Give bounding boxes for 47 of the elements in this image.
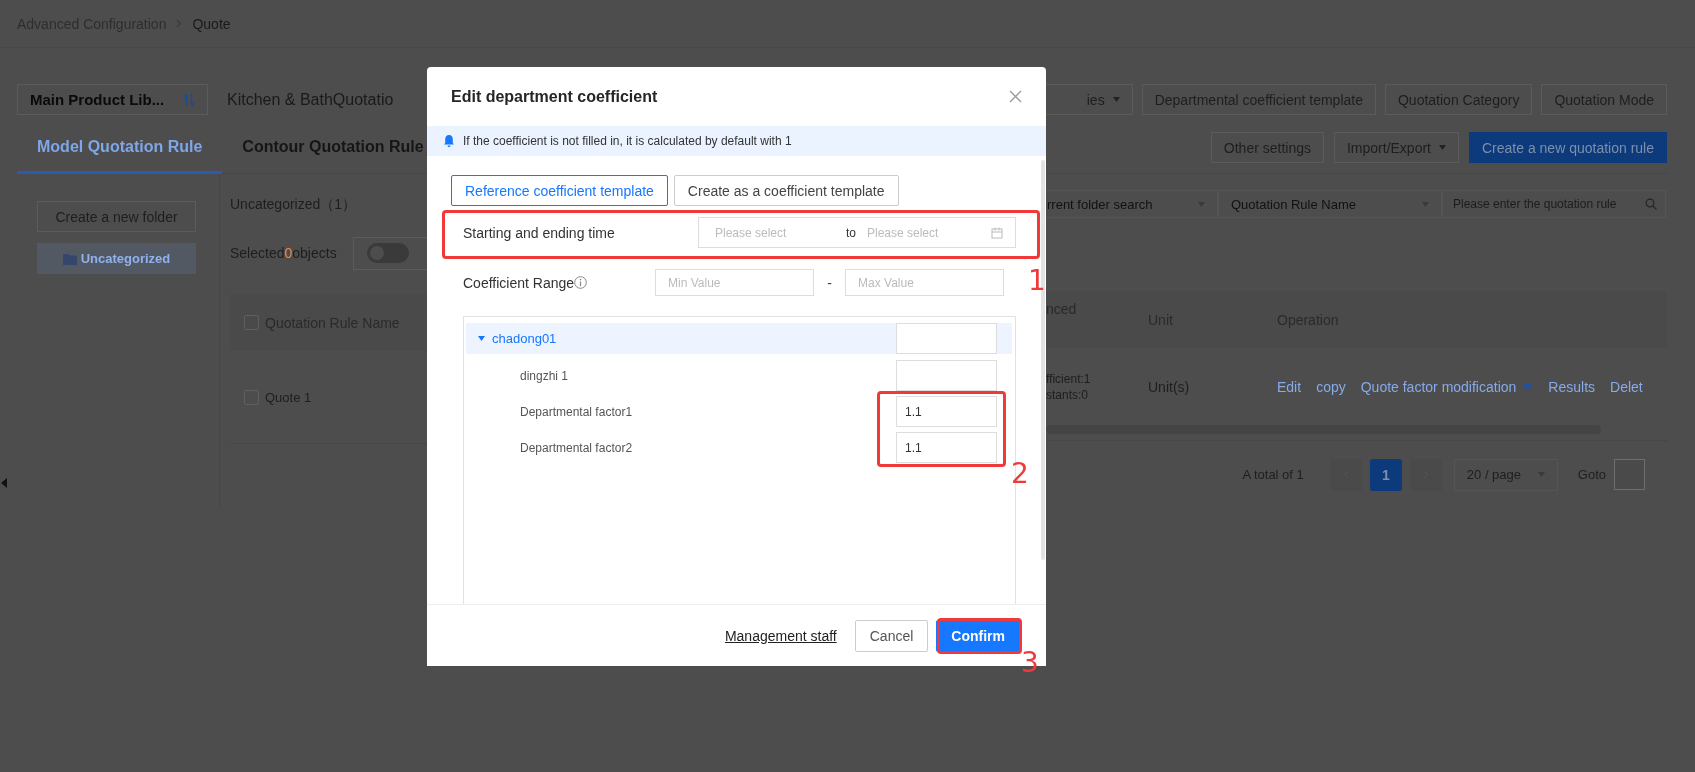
search-icon (1645, 198, 1657, 210)
action-link[interactable]: copy (1316, 378, 1346, 395)
field-label: Starting and ending time (463, 224, 616, 241)
tree-node[interactable]: chadong01 (466, 323, 1012, 354)
management-staff-link[interactable]: Management staff (724, 627, 837, 644)
dialog-button[interactable]: Cancel (854, 619, 929, 652)
min-value-field[interactable]: Min Value (655, 269, 815, 296)
action-link[interactable]: Edit (1277, 378, 1302, 395)
template-button[interactable]: Reference coefficient template (451, 175, 668, 206)
close-icon[interactable] (1009, 90, 1022, 103)
dialog-title: Edit department coefficient (451, 87, 658, 106)
step-number: 1 (1028, 267, 1046, 295)
folder-item[interactable]: Uncategorized (37, 243, 196, 274)
step-number: 2 (1011, 460, 1029, 488)
scrollbar[interactable] (1046, 425, 1601, 434)
caret-icon (478, 336, 485, 341)
swap-icon (183, 92, 195, 107)
bell-icon (443, 134, 455, 148)
caret-icon (1439, 145, 1446, 150)
range-separator: - (826, 274, 833, 291)
collapse-handle-icon[interactable] (1, 478, 7, 488)
coefficient-input[interactable] (896, 360, 997, 391)
library-select[interactable]: Main Product Lib... (17, 84, 208, 115)
date-range-field[interactable]: Please select to Please select (698, 217, 1016, 248)
folder-icon (62, 252, 77, 265)
tab[interactable]: Model Quotation Rule (17, 123, 223, 174)
dialog-button[interactable]: Confirm (936, 619, 1020, 652)
filter-select[interactable]: Quotation Rule Name (1218, 190, 1442, 218)
info-icon (574, 276, 588, 289)
coefficient-input[interactable]: 1.1 (896, 396, 997, 427)
action-link[interactable]: Quote factor modification (1360, 378, 1534, 395)
action-link[interactable]: Results (1548, 378, 1596, 395)
page-button[interactable]: 1 (1369, 458, 1402, 491)
max-value-field[interactable]: Max Value (845, 269, 1005, 296)
coefficient-input[interactable]: 1.1 (896, 432, 997, 463)
tree-item-label: Departmental factor2 (520, 440, 634, 455)
coefficient-input[interactable] (896, 323, 997, 354)
action-link[interactable]: Delet (1610, 378, 1643, 395)
notice-text: If the coefficient is not filled in, it is calculated by default with 1 (463, 134, 792, 148)
tree-item-label: dingzhi 1 (520, 368, 570, 383)
action-button[interactable]: Create a new quotation rule (1469, 132, 1667, 163)
filter-select[interactable]: rrent folder search (1046, 190, 1218, 218)
goto-field[interactable] (1614, 459, 1645, 490)
template-button[interactable]: Create as a coefficient template (673, 175, 899, 206)
tree-item-label: Departmental factor1 (520, 404, 634, 419)
field-label: Coefficient Range (463, 274, 575, 291)
calendar-icon (991, 226, 1003, 239)
